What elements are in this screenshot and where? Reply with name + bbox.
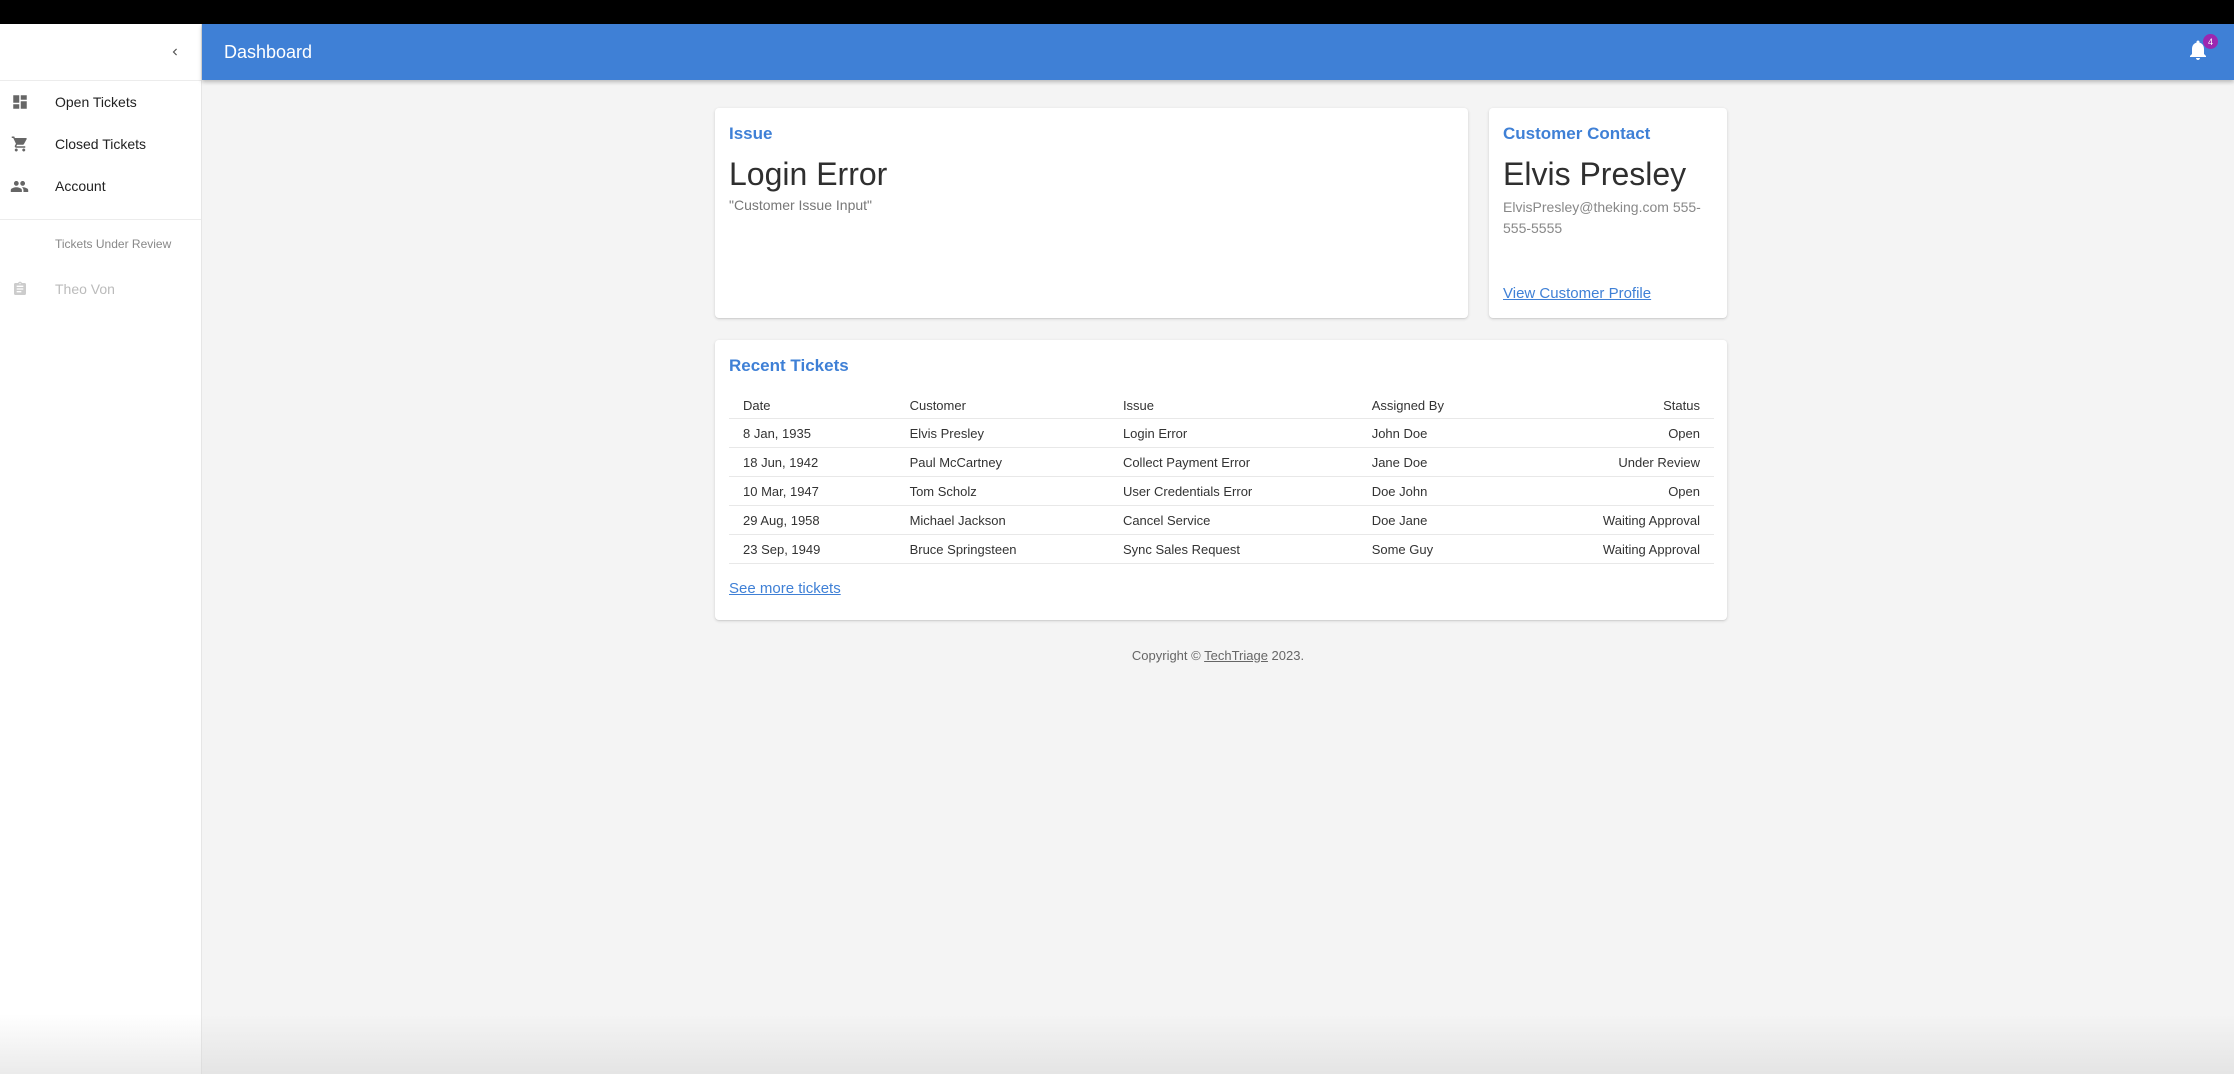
cell-status: Waiting Approval <box>1516 505 1714 535</box>
table-row[interactable]: 10 Mar, 1947 Tom Scholz User Credentials… <box>729 476 1714 506</box>
table-row[interactable]: 29 Aug, 1958 Michael Jackson Cancel Serv… <box>729 505 1714 535</box>
bottom-fade-overlay <box>0 1014 2234 1074</box>
column-header-issue: Issue <box>1108 392 1358 419</box>
cell-date: 10 Mar, 1947 <box>729 476 896 506</box>
notifications-button[interactable]: 4 <box>2186 34 2218 64</box>
collapse-sidebar-button[interactable] <box>163 40 187 64</box>
recent-tickets-card: Recent Tickets Date Customer Issue Assig… <box>715 340 1727 620</box>
issue-description: "Customer Issue Input" <box>729 197 873 213</box>
cell-assigned-by: John Doe <box>1357 418 1517 448</box>
sidebar-item-open-tickets[interactable]: Open Tickets <box>0 81 201 123</box>
sidebar-subheader: Tickets Under Review <box>55 237 172 251</box>
people-icon <box>0 177 55 196</box>
cell-date: 29 Aug, 1958 <box>729 505 896 535</box>
see-more-tickets-link[interactable]: See more tickets <box>729 580 841 597</box>
cell-assigned-by: Some Guy <box>1357 534 1517 564</box>
cell-status: Under Review <box>1516 447 1714 477</box>
sidebar-item-label: Account <box>55 178 106 194</box>
column-header-date: Date <box>729 392 896 419</box>
assignment-icon <box>0 280 55 298</box>
cell-issue: Login Error <box>1108 418 1358 448</box>
top-black-strip <box>0 0 2234 24</box>
table-row[interactable]: 23 Sep, 1949 Bruce Springsteen Sync Sale… <box>729 534 1714 564</box>
cell-customer: Tom Scholz <box>895 476 1109 506</box>
contact-card-title: Customer Contact <box>1503 124 1651 143</box>
cell-status: Waiting Approval <box>1516 534 1714 564</box>
cell-assigned-by: Doe Jane <box>1357 505 1517 535</box>
page-title: Dashboard <box>224 41 313 62</box>
cell-customer: Paul McCartney <box>895 447 1109 477</box>
sidebar-item-label: Open Tickets <box>55 94 137 110</box>
nav-list: Open Tickets Closed Tickets Account Tick… <box>0 81 201 310</box>
cell-customer: Bruce Springsteen <box>895 534 1109 564</box>
footer: Copyright © TechTriage 2023. <box>202 648 2234 663</box>
column-header-assigned-by: Assigned By <box>1357 392 1517 419</box>
copyright-suffix: 2023. <box>1267 648 1305 663</box>
sidebar-item-label: Closed Tickets <box>55 136 147 152</box>
issue-card-title: Issue <box>729 124 773 143</box>
sidebar-item-review-theo-von: Theo Von <box>0 268 201 310</box>
column-header-status: Status <box>1516 392 1714 419</box>
app-bar: Dashboard 4 <box>202 24 2234 80</box>
notification-badge: 4 <box>2203 34 2218 49</box>
table-row[interactable]: 18 Jun, 1942 Paul McCartney Collect Paym… <box>729 447 1714 477</box>
tickets-table: Date Customer Issue Assigned By Status 8… <box>729 392 1714 564</box>
customer-contact-info: ElvisPresley@theking.com 555-555-5555 <box>1503 199 1701 236</box>
sidebar-toolbar <box>0 24 201 81</box>
cell-assigned-by: Doe John <box>1357 476 1517 506</box>
cell-issue: Sync Sales Request <box>1108 534 1358 564</box>
cell-customer: Michael Jackson <box>895 505 1109 535</box>
table-row[interactable]: 8 Jan, 1935 Elvis Presley Login Error Jo… <box>729 418 1714 448</box>
cart-icon <box>0 135 55 153</box>
cell-status: Open <box>1516 418 1714 448</box>
column-header-customer: Customer <box>895 392 1109 419</box>
customer-name: Elvis Presley <box>1503 156 1687 192</box>
sidebar-item-closed-tickets[interactable]: Closed Tickets <box>0 123 201 165</box>
cell-date: 18 Jun, 1942 <box>729 447 896 477</box>
cell-date: 8 Jan, 1935 <box>729 418 896 448</box>
cell-status: Open <box>1516 476 1714 506</box>
cell-date: 23 Sep, 1949 <box>729 534 896 564</box>
sidebar-item-label: Theo Von <box>55 281 115 297</box>
sidebar: Open Tickets Closed Tickets Account Tick… <box>0 24 202 1074</box>
issue-heading: Login Error <box>729 156 888 192</box>
chevron-left-icon <box>172 48 177 56</box>
sidebar-item-account[interactable]: Account <box>0 165 201 207</box>
cell-issue: User Credentials Error <box>1108 476 1358 506</box>
cell-customer: Elvis Presley <box>895 418 1109 448</box>
cell-issue: Cancel Service <box>1108 505 1358 535</box>
techtriage-link[interactable]: TechTriage <box>1204 648 1268 663</box>
dashboard-icon <box>0 93 55 111</box>
cell-assigned-by: Jane Doe <box>1357 447 1517 477</box>
copyright-prefix: Copyright © <box>1131 648 1205 663</box>
issue-card: Issue Login Error "Customer Issue Input" <box>715 108 1468 318</box>
table-header-row: Date Customer Issue Assigned By Status <box>729 392 1714 419</box>
cell-issue: Collect Payment Error <box>1108 447 1358 477</box>
view-customer-profile-link[interactable]: View Customer Profile <box>1503 285 1651 302</box>
recent-tickets-title: Recent Tickets <box>729 356 849 375</box>
customer-contact-card: Customer Contact Elvis Presley ElvisPres… <box>1489 108 1727 318</box>
